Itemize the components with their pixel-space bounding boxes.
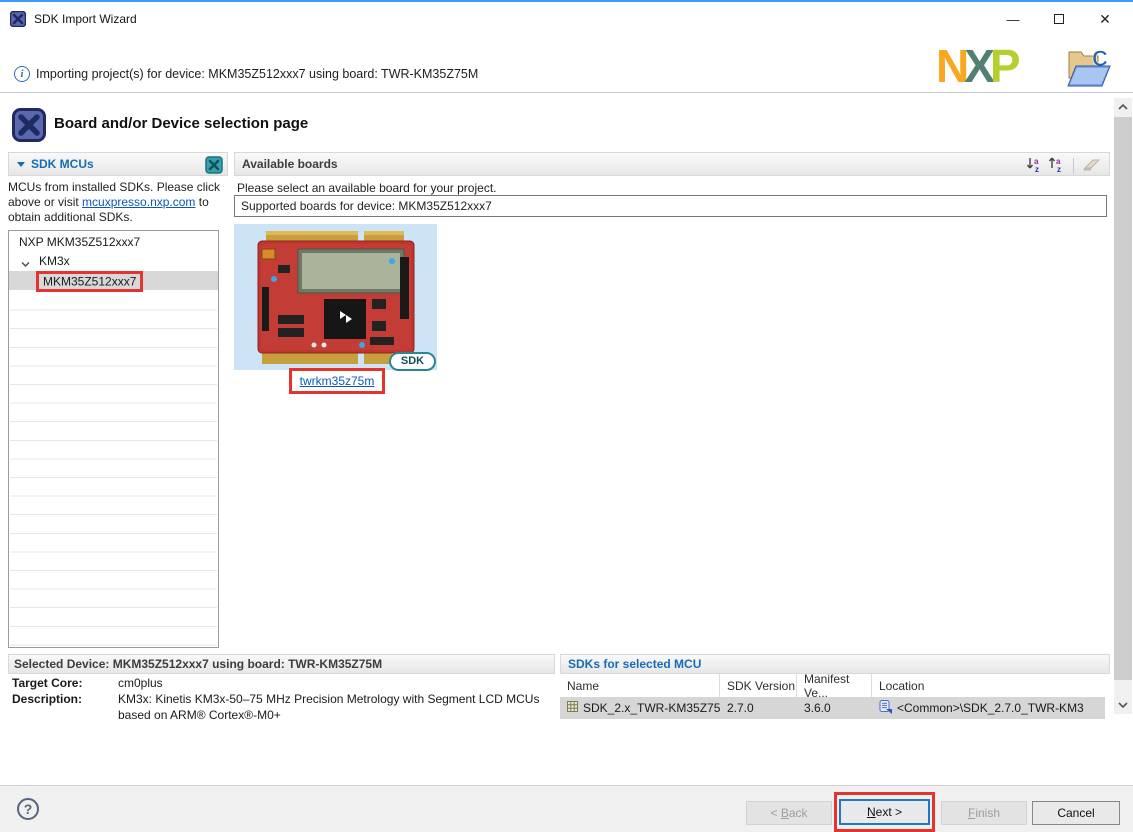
minimize-icon: —	[1007, 12, 1020, 27]
sdk-table: Name SDK Version Manifest Ve... Location…	[560, 674, 1105, 719]
svg-text:z: z	[1057, 165, 1061, 173]
sdk-table-row[interactable]: SDK_2.x_TWR-KM35Z75M 2.7.0 3.6.0 <Common…	[560, 697, 1105, 719]
tree-empty-rows	[10, 292, 217, 646]
maximize-icon	[1054, 14, 1064, 24]
back-label-pre: <	[770, 806, 780, 820]
help-button[interactable]: ?	[17, 798, 39, 820]
sdk-table-header: Name SDK Version Manifest Ve... Location	[560, 674, 1105, 697]
svg-text:NXP: NXP	[936, 42, 1020, 90]
scroll-down-icon[interactable]	[1114, 696, 1132, 713]
sdk-mcus-section-header[interactable]: SDK MCUs	[8, 152, 228, 176]
back-label-key: B	[781, 806, 789, 820]
board-link[interactable]: twrkm35z75m	[300, 374, 375, 388]
description-label: Description:	[12, 692, 82, 706]
annotation-box-board-link: twrkm35z75m	[289, 368, 385, 394]
target-core-label: Target Core:	[12, 676, 82, 690]
column-header-location[interactable]: Location	[872, 674, 1105, 697]
finish-button[interactable]: Finish	[941, 801, 1027, 825]
sdk-manifest-version: 3.6.0	[797, 697, 872, 719]
tree-item-root[interactable]: NXP MKM35Z512xxx7	[9, 233, 218, 252]
scrollbar-thumb[interactable]	[1114, 117, 1132, 680]
question-icon: ?	[24, 801, 33, 817]
annotation-box-next: Next >	[834, 792, 935, 832]
collapse-triangle-icon	[17, 162, 25, 167]
finish-label-post: inish	[975, 806, 1000, 820]
boards-hint: Please select an available board for you…	[237, 181, 496, 195]
board-photo	[252, 229, 420, 369]
close-button[interactable]: ✕	[1082, 4, 1128, 34]
tree-item-km3x[interactable]: KM3x	[9, 252, 218, 271]
tree-item-selected[interactable]: MKM35Z512xxx7	[9, 271, 218, 290]
sort-ascending-icon[interactable]: az	[1048, 156, 1066, 176]
selected-device-bar: Selected Device: MKM35Z512xxx7 using boa…	[8, 654, 555, 674]
titlebar: SDK Import Wizard — ✕	[0, 4, 1133, 34]
description-value-line1: KM3x: Kinetis KM3x-50–75 MHz Precision M…	[118, 692, 539, 706]
mcuxpresso-teal-icon[interactable]	[205, 156, 223, 177]
target-core-value: cm0plus	[118, 676, 163, 690]
page-x-icon	[12, 108, 46, 145]
clear-filter-eraser-icon[interactable]	[1081, 157, 1101, 175]
footer-bar: ? < Back Next > Finish Cancel	[0, 785, 1133, 832]
mcu-tree: NXP MKM35Z512xxx7 KM3x MKM35Z512xxx7	[8, 230, 219, 648]
description-value-line2: based on ARM® Cortex®-M0+	[118, 708, 281, 722]
minimize-button[interactable]: —	[990, 4, 1036, 34]
tree-group-label: KM3x	[39, 254, 70, 268]
info-icon: i	[14, 66, 30, 82]
back-label-post: ack	[789, 806, 808, 820]
next-label-post: ext >	[876, 805, 902, 819]
next-button[interactable]: Next >	[839, 799, 930, 825]
sdk-package-icon	[567, 701, 578, 715]
selected-device-text: Selected Device: MKM35Z512xxx7 using boa…	[14, 657, 382, 671]
cancel-button[interactable]: Cancel	[1032, 801, 1120, 825]
column-header-manifest-version[interactable]: Manifest Ve...	[797, 674, 872, 697]
column-header-name[interactable]: Name	[560, 674, 720, 697]
available-boards-header: Available boards az az	[234, 152, 1110, 176]
tree-selected-label: MKM35Z512xxx7	[43, 274, 136, 288]
close-icon: ✕	[1099, 11, 1111, 28]
sdk-name: SDK_2.x_TWR-KM35Z75M	[583, 701, 720, 715]
page-title: Board and/or Device selection page	[54, 115, 308, 132]
nxp-logo: NXP	[936, 42, 1062, 93]
sdk-badge: SDK	[389, 352, 436, 371]
mcuxpresso-link[interactable]: mcuxpresso.nxp.com	[82, 195, 195, 209]
sdk-mcus-description: MCUs from installed SDKs. Please click a…	[8, 180, 232, 225]
svg-text:z: z	[1035, 165, 1039, 173]
sdk-import-wizard-window: SDK Import Wizard — ✕ i Importing projec…	[0, 0, 1133, 832]
available-boards-title: Available boards	[242, 157, 338, 171]
sdk-mcus-title: SDK MCUs	[31, 157, 94, 171]
window-title: SDK Import Wizard	[34, 4, 137, 34]
sdks-for-mcu-title: SDKs for selected MCU	[568, 657, 701, 671]
vertical-scrollbar[interactable]	[1114, 98, 1132, 714]
column-header-sdk-version[interactable]: SDK Version	[720, 674, 797, 697]
maximize-button[interactable]	[1036, 4, 1082, 34]
header-separator	[0, 92, 1133, 93]
location-library-icon	[879, 700, 892, 717]
boards-toolbar: az az	[1026, 156, 1101, 176]
sort-descending-icon[interactable]: az	[1026, 156, 1044, 176]
tree-root-label: NXP MKM35Z512xxx7	[19, 235, 140, 249]
board-tile-twrkm35z75m[interactable]: SDK	[234, 224, 437, 370]
c-project-folder-icon: C	[1064, 42, 1114, 95]
back-button[interactable]: < Back	[746, 801, 832, 825]
banner-text: Importing project(s) for device: MKM35Z5…	[36, 67, 478, 81]
toolbar-separator	[1073, 158, 1074, 174]
next-label-key: N	[867, 805, 876, 819]
sdk-version: 2.7.0	[720, 697, 797, 719]
sdk-location: <Common>\SDK_2.7.0_TWR-KM3	[897, 701, 1084, 715]
scroll-up-icon[interactable]	[1114, 98, 1132, 115]
boards-filter-input[interactable]	[234, 195, 1107, 217]
annotation-box-mcu: MKM35Z512xxx7	[36, 271, 143, 292]
app-x-icon	[10, 11, 26, 30]
